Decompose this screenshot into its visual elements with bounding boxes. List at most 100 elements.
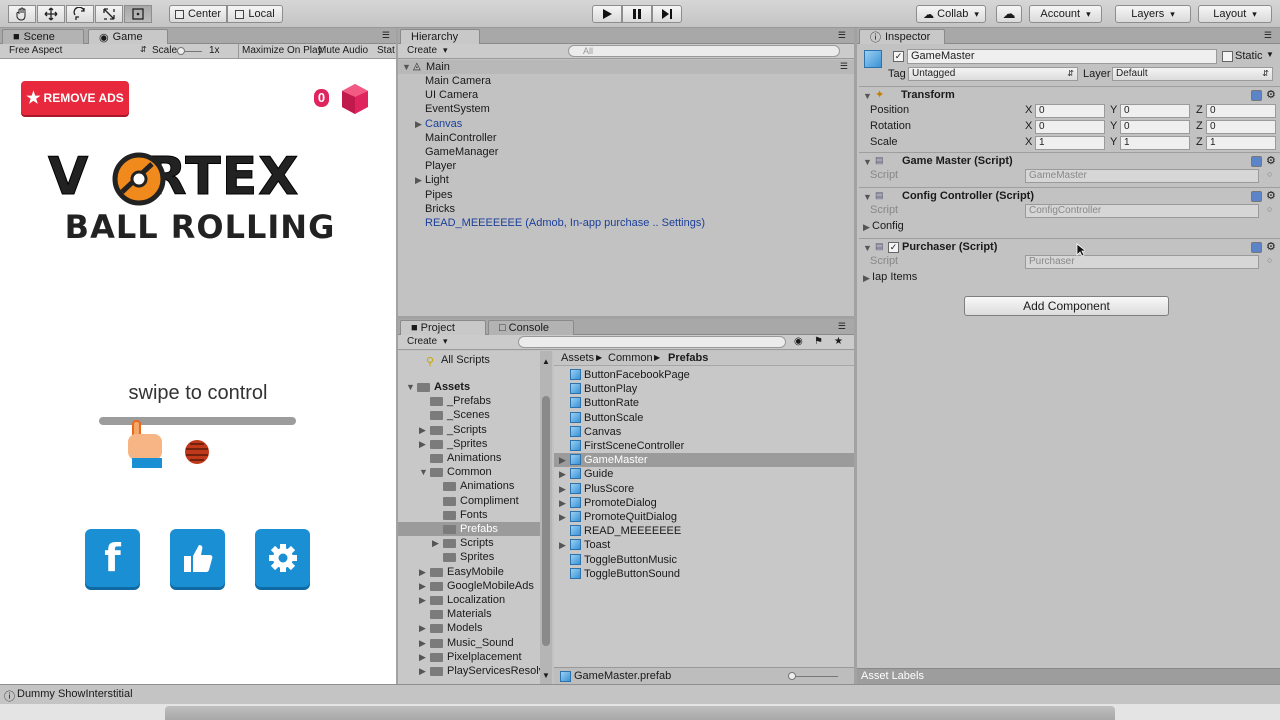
icon-size-slider[interactable] (790, 676, 838, 677)
step-button[interactable] (652, 5, 682, 23)
asset-item[interactable]: ButtonPlay (554, 382, 854, 396)
layers-dropdown[interactable]: Layers (1115, 5, 1191, 23)
folder-tree-item[interactable]: Fonts (398, 508, 540, 522)
folder-tree-item[interactable]: Animations (398, 479, 540, 493)
transform-z-field[interactable]: 1 (1206, 136, 1276, 150)
facebook-button[interactable]: f (85, 529, 140, 587)
folder-tree-item[interactable]: ▶ Music_Sound (398, 636, 540, 650)
component-header[interactable]: ▼ ▤ Game Master (Script) ⚙ (859, 152, 1280, 170)
hierarchy-item[interactable]: ▶ Canvas (398, 117, 854, 131)
rotate-icon[interactable] (66, 5, 94, 23)
collapsed-arrow-icon[interactable]: ▶ (863, 222, 870, 233)
help-book-icon[interactable] (1251, 156, 1262, 167)
expand-arrow-icon[interactable]: ▼ (863, 157, 872, 167)
collapsed-arrow-icon[interactable]: ▶ (419, 638, 426, 649)
asset-item[interactable]: FirstSceneController (554, 439, 854, 453)
folder-tree-item[interactable]: ▶ Models (398, 621, 540, 635)
filter-type-icon[interactable]: ◉ (794, 336, 803, 347)
hierarchy-item[interactable]: Player (398, 159, 854, 173)
folder-tree-item[interactable]: ▶ GoogleMobileAds (398, 579, 540, 593)
expand-arrow-icon[interactable]: ▶ (415, 119, 422, 130)
asset-item[interactable]: ▶ PromoteQuitDialog (554, 510, 854, 524)
collapsed-arrow-icon[interactable]: ▶ (419, 425, 426, 436)
mute-audio-toggle[interactable]: Mute Audio (318, 45, 368, 56)
scene-header[interactable]: ▼ ◬ Main ☰ (398, 60, 854, 74)
collapsed-arrow-icon[interactable]: ▶ (863, 273, 870, 284)
transform-y-field[interactable]: 0 (1120, 120, 1190, 134)
pause-button[interactable] (622, 5, 652, 23)
favorite-all-scripts[interactable]: All Scripts (441, 353, 490, 367)
tab-inspector[interactable]: ⓘ Inspector (859, 29, 945, 44)
tab-project[interactable]: ■ Project (400, 320, 486, 335)
expand-arrow-icon[interactable]: ▼ (863, 192, 872, 202)
collab-dropdown[interactable]: ☁ Collab (916, 5, 986, 23)
collapsed-arrow-icon[interactable]: ▶ (559, 512, 566, 523)
transform-z-field[interactable]: 0 (1206, 120, 1276, 134)
help-book-icon[interactable] (1251, 191, 1262, 202)
asset-item[interactable]: ButtonFacebookPage (554, 368, 854, 382)
expand-arrow-icon[interactable]: ▼ (863, 243, 872, 253)
breadcrumb-prefabs[interactable]: Prefabs (668, 351, 708, 365)
component-header[interactable]: ▼ ▤ ✓ Purchaser (Script) ⚙ (859, 238, 1280, 256)
asset-item[interactable]: ButtonScale (554, 411, 854, 425)
asset-item[interactable]: ToggleButtonMusic (554, 553, 854, 567)
asset-item[interactable]: ▶ GameMaster (554, 453, 854, 468)
hierarchy-item[interactable]: ▶ Light (398, 173, 854, 187)
tree-scrollbar[interactable]: ▲ ▼ (540, 351, 552, 684)
add-component-button[interactable]: Add Component (964, 296, 1169, 316)
collapsed-arrow-icon[interactable]: ▶ (419, 581, 426, 592)
remove-ads-button[interactable]: ★ REMOVE ADS (21, 81, 129, 115)
tab-scene[interactable]: ■ Scene (2, 29, 84, 44)
tag-dropdown[interactable]: Untagged ⇵ (908, 67, 1078, 81)
folder-tree-item[interactable]: ▼ Common (398, 465, 540, 479)
collapsed-arrow-icon[interactable]: ▶ (419, 666, 426, 677)
folder-tree-item[interactable]: ▼ Assets (398, 380, 540, 394)
folder-tree-item[interactable]: ▶ PlayServicesResolver (398, 664, 540, 678)
asset-item[interactable]: ▶ Toast (554, 538, 854, 552)
collapsed-arrow-icon[interactable]: ▶ (419, 439, 426, 450)
asset-item[interactable]: ▶ PlusScore (554, 482, 854, 496)
help-book-icon[interactable] (1251, 242, 1262, 253)
folder-tree-item[interactable]: Compliment (398, 494, 540, 508)
collapsed-arrow-icon[interactable]: ▶ (419, 567, 426, 578)
collapsed-arrow-icon[interactable]: ▶ (559, 498, 566, 509)
maximize-on-play-toggle[interactable]: Maximize On Play (242, 45, 323, 56)
collapsed-arrow-icon[interactable]: ▶ (419, 595, 426, 606)
folder-tree-item[interactable]: ▶ Localization (398, 593, 540, 607)
expanded-arrow-icon[interactable]: ▼ (419, 467, 428, 477)
transform-header[interactable]: ▼ ✦ Transform ⚙ (859, 86, 1280, 104)
folder-tree-item[interactable]: ▶ Scripts (398, 536, 540, 550)
folder-tree-item[interactable]: _Scenes (398, 408, 540, 422)
asset-item[interactable]: ButtonRate (554, 396, 854, 410)
tab-console[interactable]: □ Console (488, 320, 574, 335)
hand-icon[interactable] (8, 5, 36, 23)
transform-z-field[interactable]: 0 (1206, 104, 1276, 118)
status-message[interactable]: Dummy ShowInterstitial (17, 688, 133, 700)
object-picker-icon[interactable]: ○ (1267, 169, 1272, 179)
breadcrumb-assets[interactable]: Assets (561, 351, 594, 365)
foldout-row[interactable]: ▶ Iap Items (859, 271, 1280, 286)
transform-x-field[interactable]: 1 (1035, 136, 1105, 150)
hierarchy-search-input[interactable]: All (568, 45, 840, 57)
icon-size-thumb[interactable] (788, 672, 796, 680)
asset-item[interactable]: Canvas (554, 425, 854, 439)
component-header[interactable]: ▼ ▤ Config Controller (Script) ⚙ (859, 187, 1280, 205)
collapsed-arrow-icon[interactable]: ▶ (559, 540, 566, 551)
folder-tree-item[interactable]: Sprites (398, 550, 540, 564)
scale-icon[interactable] (95, 5, 123, 23)
layer-dropdown[interactable]: Default ⇵ (1112, 67, 1273, 81)
filter-label-icon[interactable]: ⚑ (814, 336, 823, 347)
expanded-arrow-icon[interactable]: ▼ (406, 382, 415, 392)
component-gear-icon[interactable]: ⚙ (1266, 189, 1276, 202)
move-icon[interactable] (37, 5, 65, 23)
rate-button[interactable] (170, 529, 225, 587)
scale-slider-thumb[interactable] (177, 47, 185, 55)
scene-menu-icon[interactable]: ☰ (840, 61, 848, 72)
hierarchy-item[interactable]: READ_MEEEEEEE (Admob, In-app purchase ..… (398, 216, 854, 230)
account-dropdown[interactable]: Account (1029, 5, 1102, 23)
scroll-down-icon[interactable]: ▼ (542, 671, 550, 680)
folder-tree-item[interactable]: ▶ _Sprites (398, 437, 540, 451)
transform-x-field[interactable]: 0 (1035, 120, 1105, 134)
component-gear-icon[interactable]: ⚙ (1266, 154, 1276, 167)
hierarchy-item[interactable]: Pipes (398, 188, 854, 202)
